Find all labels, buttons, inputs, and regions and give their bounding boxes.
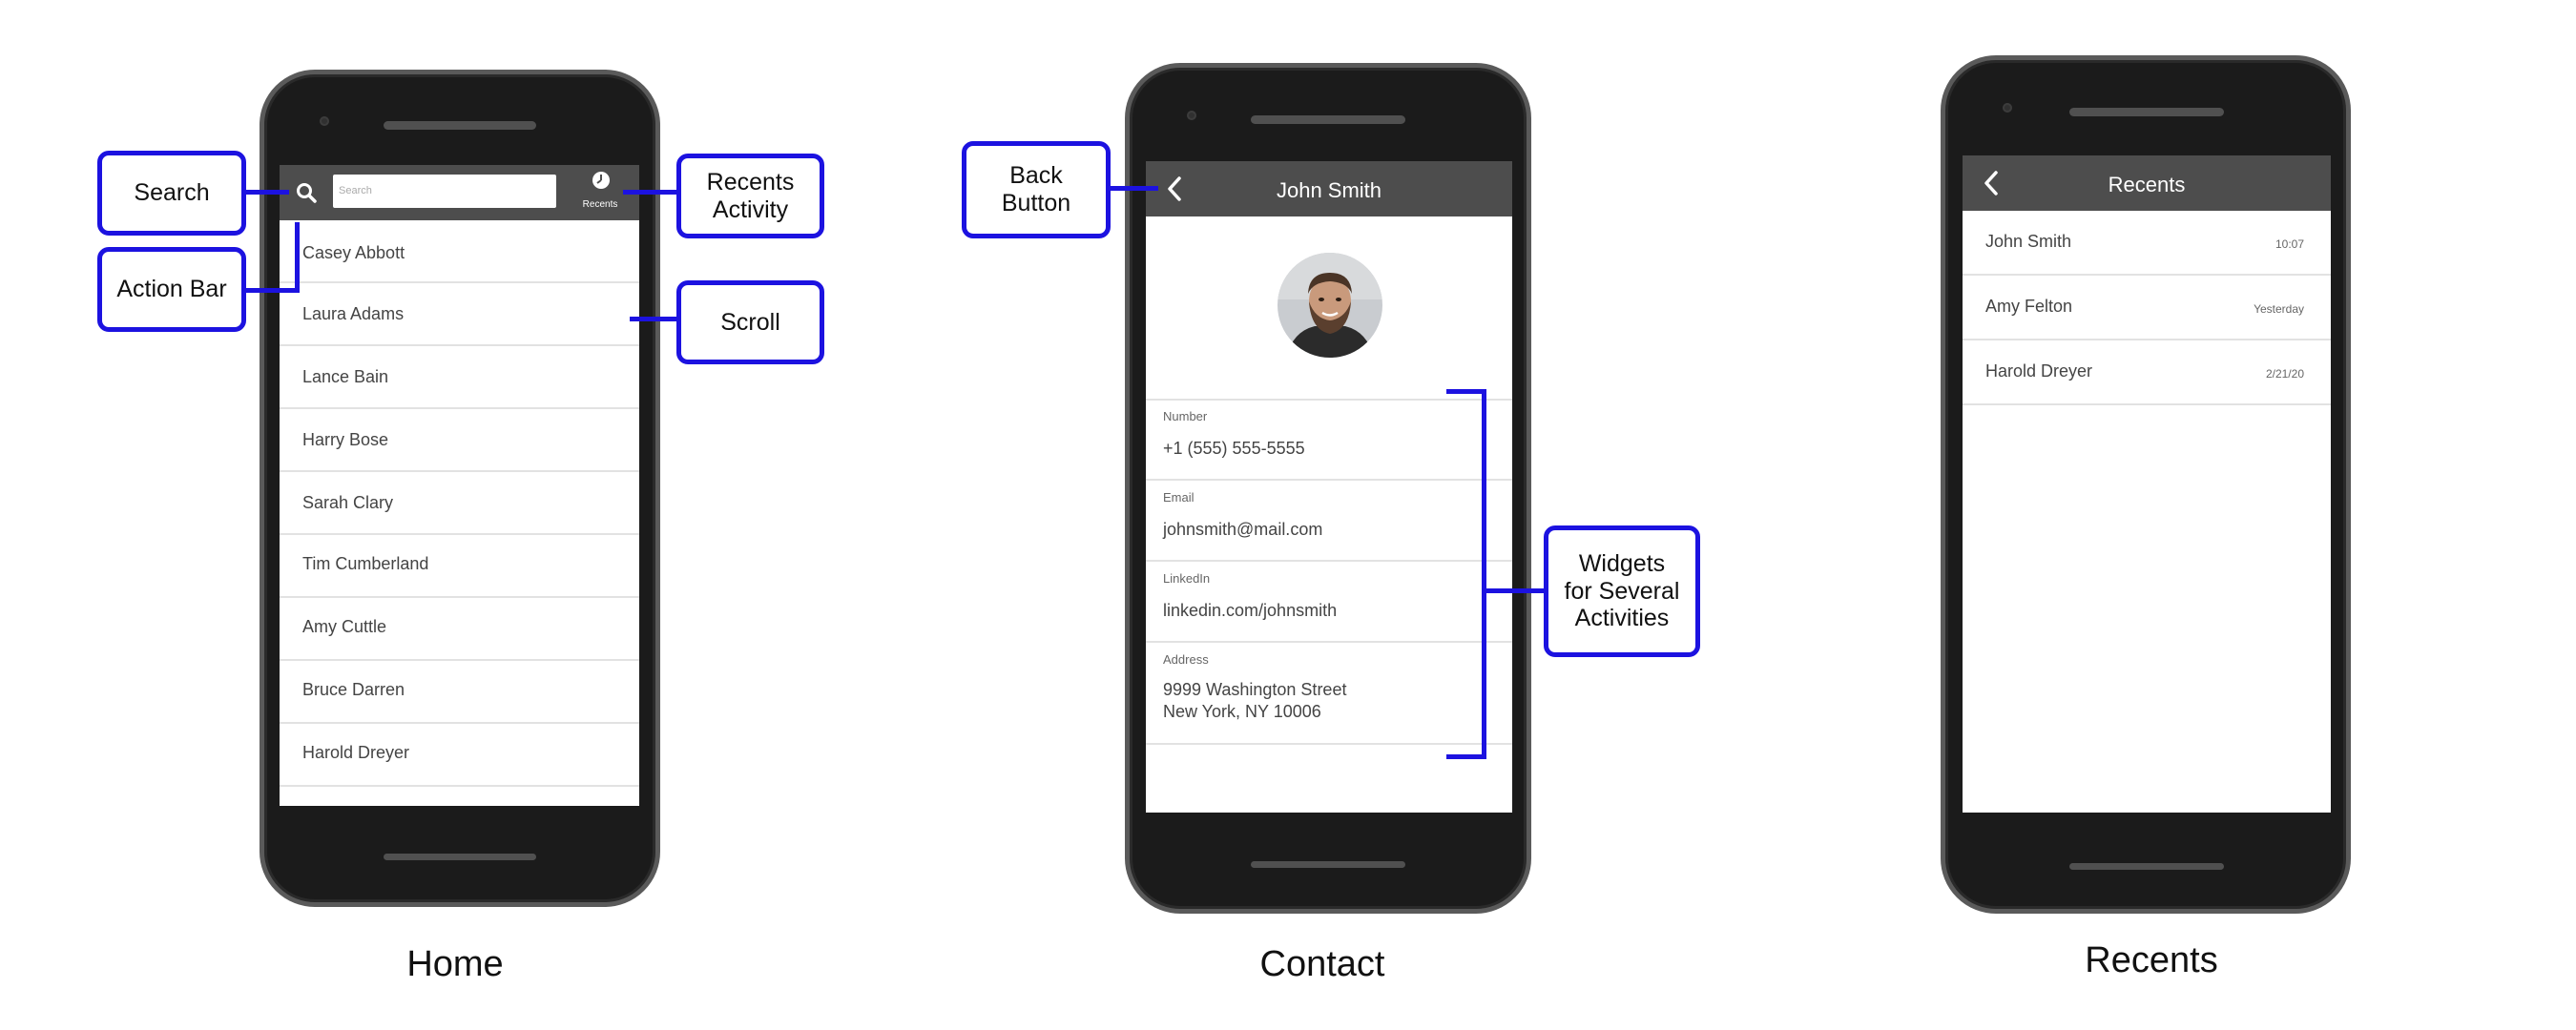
divider — [1146, 479, 1512, 481]
recent-item[interactable]: John Smith 10:07 — [1963, 211, 2331, 276]
home-caption: Home — [406, 944, 504, 984]
number-value[interactable]: +1 (555) 555-5555 — [1163, 438, 1305, 460]
bracket — [1482, 389, 1486, 759]
connector — [623, 190, 676, 195]
divider — [1146, 560, 1512, 562]
recent-time: 2/21/20 — [2265, 367, 2304, 381]
recent-name: John Smith — [1985, 232, 2072, 251]
connector — [246, 288, 300, 293]
connector — [1486, 588, 1544, 593]
home-indicator — [2069, 863, 2224, 870]
contact-row[interactable]: Laura Adams — [280, 283, 639, 346]
callout-recents-activity: Recents Activity — [676, 154, 824, 238]
speaker-grille — [1251, 115, 1405, 124]
volume-button — [655, 329, 660, 434]
linkedin-value[interactable]: linkedin.com/johnsmith — [1163, 600, 1337, 622]
contact-name: Tim Cumberland — [302, 554, 429, 573]
contact-row[interactable]: Tim Cumberland — [280, 535, 639, 598]
callout-widgets: Widgets for Several Activities — [1544, 525, 1700, 657]
callout-back-button: Back Button — [962, 141, 1111, 238]
contact-title: John Smith — [1276, 178, 1382, 202]
front-camera — [2003, 103, 2012, 113]
divider — [1146, 743, 1512, 745]
recents-app-bar: Recents — [1963, 155, 2331, 211]
email-value[interactable]: johnsmith@mail.com — [1163, 519, 1322, 541]
recents-title: Recents — [2108, 173, 2186, 196]
bracket — [1446, 754, 1486, 759]
contact-name: Lance Bain — [302, 367, 389, 386]
front-camera — [320, 116, 329, 126]
contact-app-bar: John Smith — [1146, 161, 1512, 216]
speaker-grille — [384, 121, 536, 130]
contact-row[interactable]: Amy Cuttle — [280, 598, 639, 661]
connector — [246, 190, 289, 195]
linkedin-label: LinkedIn — [1163, 571, 1211, 586]
callout-scroll: Scroll — [676, 280, 824, 364]
contact-name: Sarah Clary — [302, 493, 394, 512]
home-indicator — [384, 854, 536, 860]
recents-screen: Recents John Smith 10:07 Amy Felton Yest… — [1963, 155, 2331, 813]
volume-button — [1527, 324, 1531, 429]
recent-time: Yesterday — [2254, 302, 2304, 316]
bracket — [1446, 389, 1486, 394]
home-screen: Search Recents Casey Abbott Laura Adams … — [280, 165, 639, 806]
contact-name: Laura Adams — [302, 304, 405, 323]
power-button — [2346, 229, 2351, 281]
address-value[interactable]: 9999 Washington Street New York, NY 1000… — [1163, 679, 1346, 722]
clock-icon — [592, 172, 610, 189]
front-camera — [1187, 111, 1196, 120]
contact-name: Harry Bose — [302, 430, 389, 449]
address-label: Address — [1163, 652, 1209, 667]
recent-time: 10:07 — [2275, 237, 2304, 251]
callout-action-bar: Action Bar — [97, 247, 246, 332]
recent-item[interactable]: Harold Dreyer 2/21/20 — [1963, 340, 2331, 405]
recent-name: Harold Dreyer — [1985, 361, 2093, 381]
contact-row[interactable]: Bruce Darren — [280, 661, 639, 724]
action-bar: Search Recents — [280, 165, 639, 220]
contact-caption: Contact — [1259, 944, 1385, 984]
contact-row[interactable]: Harry Bose — [280, 409, 639, 472]
contact-row[interactable]: Lance Bain — [280, 346, 639, 409]
power-button — [1527, 234, 1531, 286]
contact-screen: John Smith Number +1 (555) 555-5555 Emai… — [1146, 161, 1512, 813]
contact-row[interactable]: Casey Abbott — [280, 220, 639, 283]
power-button — [655, 238, 660, 291]
divider — [1146, 399, 1512, 401]
connector — [630, 317, 676, 321]
divider — [1146, 641, 1512, 643]
recents-label: Recents — [582, 199, 618, 210]
search-icon[interactable] — [295, 181, 318, 204]
contact-name: Bruce Darren — [302, 680, 405, 699]
number-label: Number — [1163, 409, 1208, 423]
recent-item[interactable]: Amy Felton Yesterday — [1963, 276, 2331, 340]
volume-button — [2346, 329, 2351, 434]
person-photo — [1278, 253, 1382, 358]
search-input[interactable]: Search — [333, 175, 556, 208]
connector — [295, 222, 300, 293]
recent-name: Amy Felton — [1985, 297, 2073, 316]
search-placeholder: Search — [339, 185, 372, 196]
recents-caption: Recents — [2085, 940, 2218, 980]
contact-row[interactable]: Harold Dreyer — [280, 724, 639, 787]
callout-search: Search — [97, 151, 246, 236]
contact-name: Harold Dreyer — [302, 743, 410, 762]
contact-row[interactable]: Sarah Clary — [280, 472, 639, 535]
email-label: Email — [1163, 490, 1195, 505]
recents-button[interactable]: Recents — [571, 171, 629, 215]
home-indicator — [1251, 861, 1405, 868]
contact-name: Casey Abbott — [302, 243, 405, 262]
speaker-grille — [2069, 108, 2224, 116]
connector — [1111, 186, 1158, 191]
contact-name: Amy Cuttle — [302, 617, 387, 636]
